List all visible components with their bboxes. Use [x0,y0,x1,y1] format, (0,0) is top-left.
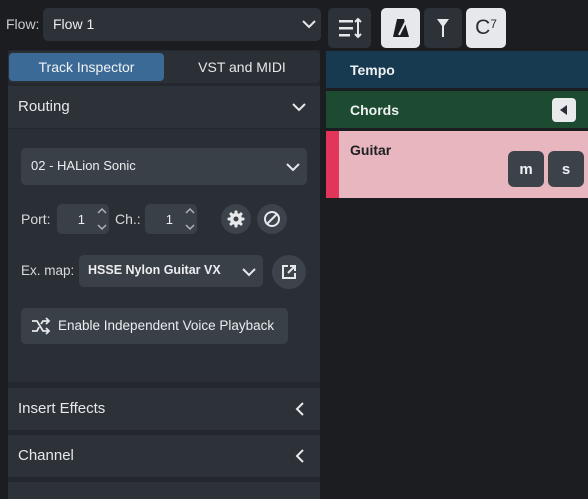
inspector-tabs: Track Inspector VST and MIDI [8,51,320,83]
tab-vst-and-midi[interactable]: VST and MIDI [166,53,318,81]
insert-effects-section-header[interactable]: Insert Effects [8,388,320,430]
device-settings-button[interactable] [221,204,251,234]
chord-button-base: C [475,16,491,39]
channel-section-header[interactable]: Channel [8,435,320,477]
flow-label: Flow: [6,16,40,32]
guitar-track-name: Guitar [350,142,392,158]
chevron-down-icon [302,20,316,29]
flow-dropdown-value: Flow 1 [53,16,95,32]
independent-voice-playback-label: Enable Independent Voice Playback [58,318,275,333]
gear-icon [227,210,245,228]
channel-title: Channel [18,447,74,464]
external-link-icon [282,265,296,279]
list-sort-icon [338,17,362,39]
tempo-track-name: Tempo [350,62,395,78]
expression-map-dropdown[interactable]: HSSE Nylon Guitar VX [79,255,263,287]
output-device-dropdown[interactable]: 02 - HALion Sonic [21,148,307,185]
solo-button[interactable]: s [548,151,584,187]
solo-button-label: s [561,160,571,178]
expression-map-label: Ex. map: [21,263,75,278]
chevron-left-icon [295,402,304,416]
chord-button-superscript: 7 [490,17,497,31]
next-section-header[interactable] [8,482,320,499]
layout-menu-button[interactable] [328,8,371,48]
stepper-arrows-icon[interactable] [97,207,107,231]
independent-voice-playback-button[interactable]: Enable Independent Voice Playback [21,308,288,344]
insert-effects-title: Insert Effects [18,400,106,417]
mute-button-label: m [519,160,533,178]
chevron-down-icon [242,268,256,277]
routing-title: Routing [18,98,70,115]
flow-dropdown[interactable]: Flow 1 [43,8,321,41]
guitar-track-color-strip [326,131,339,198]
device-bypass-button[interactable] [257,204,287,234]
open-expression-map-button[interactable] [272,255,306,289]
channel-stepper[interactable]: 1 [145,204,197,234]
tempo-track[interactable]: Tempo [326,51,588,88]
tuning-fork-button[interactable] [424,8,462,48]
triangle-left-icon [560,105,567,115]
chord-symbols-button[interactable]: C7 [466,8,506,48]
output-device-value: 02 - HALion Sonic [31,158,136,173]
split-arrows-icon [32,317,51,335]
metronome-icon [392,19,409,37]
chords-track[interactable]: Chords [326,91,588,128]
chevron-down-icon [286,163,300,172]
port-stepper[interactable]: 1 [57,204,109,234]
expression-map-value: HSSE Nylon Guitar VX [88,263,221,277]
chevron-left-icon [295,449,304,463]
chords-track-toggle-button[interactable] [552,98,576,122]
stepper-arrows-icon[interactable] [185,207,195,231]
channel-value: 1 [165,212,173,227]
chevron-down-icon [292,103,306,112]
routing-section-header[interactable]: Routing [8,86,320,128]
tab-track-inspector[interactable]: Track Inspector [9,53,164,81]
metronome-button[interactable] [381,8,420,48]
chords-track-name: Chords [350,102,399,118]
mute-button[interactable]: m [508,151,544,187]
port-value: 1 [77,212,85,227]
port-label: Port: [21,211,51,227]
no-entry-icon [264,211,280,227]
channel-label: Ch.: [115,211,141,227]
tuning-fork-icon [437,19,449,37]
